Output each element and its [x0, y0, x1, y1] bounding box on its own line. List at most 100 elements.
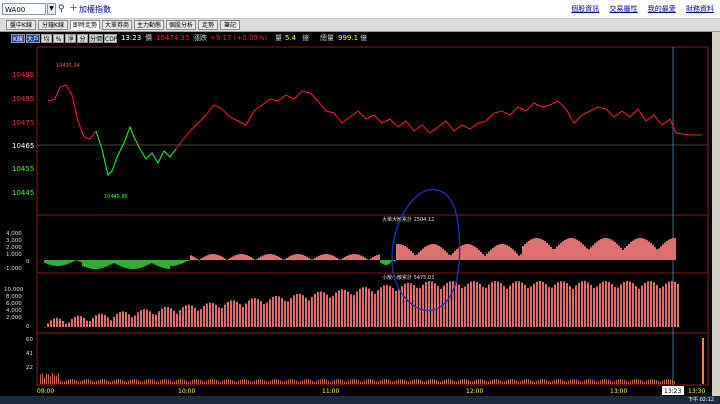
minute-button[interactable]: 分 [77, 34, 88, 43]
net-button[interactable]: 淨 [65, 34, 76, 43]
vol-bar [72, 379, 73, 384]
big-player-button[interactable]: 大戶 [26, 34, 40, 43]
vol-bar [452, 380, 453, 384]
small-bar [212, 302, 214, 327]
small-bar [602, 281, 604, 327]
big-bar [272, 254, 274, 260]
big-bar [118, 260, 120, 266]
add-icon[interactable]: ＋ [69, 3, 78, 15]
small-bar [65, 323, 67, 327]
big-bar [484, 255, 486, 260]
small-bar [107, 317, 109, 327]
big-bar [228, 258, 230, 260]
big-bar [594, 243, 596, 260]
vol-bar [494, 379, 495, 384]
price-split-button[interactable]: 分價 [89, 34, 103, 43]
big-bar [186, 260, 188, 262]
big-bar [182, 260, 184, 264]
vertical-scrollbar[interactable] [712, 32, 720, 396]
kline-button[interactable]: K線 [11, 34, 25, 43]
small-bar [128, 314, 130, 327]
vol-bar [328, 380, 329, 384]
symbol-input[interactable]: WA00 [2, 3, 46, 15]
small-bar [263, 304, 265, 327]
vol-bar [296, 380, 297, 384]
small-bar [611, 283, 613, 327]
big-bar [254, 259, 256, 261]
link-favorites[interactable]: 我的最愛 [648, 5, 676, 13]
vol-bar [182, 379, 183, 384]
vol-bar [136, 379, 137, 384]
big-bar [410, 251, 412, 260]
vol-bar [574, 379, 575, 384]
tab-realtime[interactable]: 即時走勢 [70, 20, 100, 30]
average-button[interactable]: 均 [41, 34, 52, 43]
vol-bar [546, 379, 547, 384]
vol-bar [498, 379, 499, 384]
tab-minute-k[interactable]: 分鐘K線 [38, 20, 68, 30]
small-bar [476, 281, 478, 327]
percent-button[interactable]: % [53, 34, 64, 43]
big-bar [322, 254, 324, 260]
big-bar [248, 256, 250, 260]
big-bar [194, 257, 196, 260]
big-bar [88, 260, 90, 269]
vol-bar [114, 379, 115, 384]
vol-bar [652, 379, 653, 384]
small-bar [62, 320, 64, 327]
big-bar [502, 244, 504, 260]
vol-bar [598, 381, 599, 384]
vol-bar [586, 379, 587, 384]
big-tick: 1,000 [6, 252, 22, 258]
link-financials[interactable]: 財務資料 [686, 5, 714, 13]
small-bar [614, 287, 616, 327]
vol-bar [628, 381, 629, 384]
vol-bar [536, 380, 537, 384]
small-bar [137, 312, 139, 327]
small-bar [605, 281, 607, 327]
vol-bar [194, 379, 195, 384]
big-bar [494, 246, 496, 260]
vol-bar [484, 380, 485, 384]
small-bar [149, 311, 151, 327]
vol-bar [592, 379, 593, 384]
small-bar [140, 310, 142, 327]
vol-bar [590, 379, 591, 384]
big-bar [540, 238, 542, 260]
vol-bar [422, 380, 423, 384]
vol-bar [558, 379, 559, 384]
link-stock-info[interactable]: 個股資訊 [571, 5, 599, 13]
small-bar [269, 299, 271, 327]
link-trade-attr[interactable]: 交易屬性 [610, 5, 638, 13]
big-bar [426, 245, 428, 260]
cdp-button[interactable]: CDP [104, 34, 117, 43]
vol-bar [158, 381, 159, 384]
big-bar [132, 260, 134, 269]
tab-big-broker[interactable]: 大單券商 [102, 20, 132, 30]
big-bar [556, 246, 558, 260]
vol-bar [48, 374, 49, 384]
tab-notes[interactable]: 筆記 [220, 20, 240, 30]
vol-bar [252, 381, 253, 384]
tab-trend[interactable]: 走勢 [198, 20, 218, 30]
time-tick: 10:00 [178, 388, 195, 395]
intraday-chart[interactable]: 10495 10485 10475 10465 10455 10445 1049… [0, 45, 712, 396]
tab-main-force[interactable]: 主力動態 [134, 20, 164, 30]
big-bar [276, 255, 278, 260]
big-bar [360, 255, 362, 260]
change-label: 漲跌 [193, 34, 207, 42]
vol-bar [270, 380, 271, 384]
time-tick: 11:00 [322, 388, 339, 395]
vol-bar [190, 381, 191, 384]
small-order-label: 小散小散累計 5475.03 [382, 274, 434, 281]
small-bar [431, 281, 433, 327]
vol-bar [370, 379, 371, 384]
search-icon[interactable]: ⚲ [58, 3, 69, 15]
tab-intraday-k[interactable]: 盤中K線 [6, 20, 36, 30]
big-bar [178, 260, 180, 265]
big-bar [332, 255, 334, 260]
tab-analysis[interactable]: 個股分析 [166, 20, 196, 30]
big-bar [434, 244, 436, 260]
chevron-down-icon[interactable]: ▼ [47, 3, 56, 15]
small-bar [671, 281, 673, 327]
